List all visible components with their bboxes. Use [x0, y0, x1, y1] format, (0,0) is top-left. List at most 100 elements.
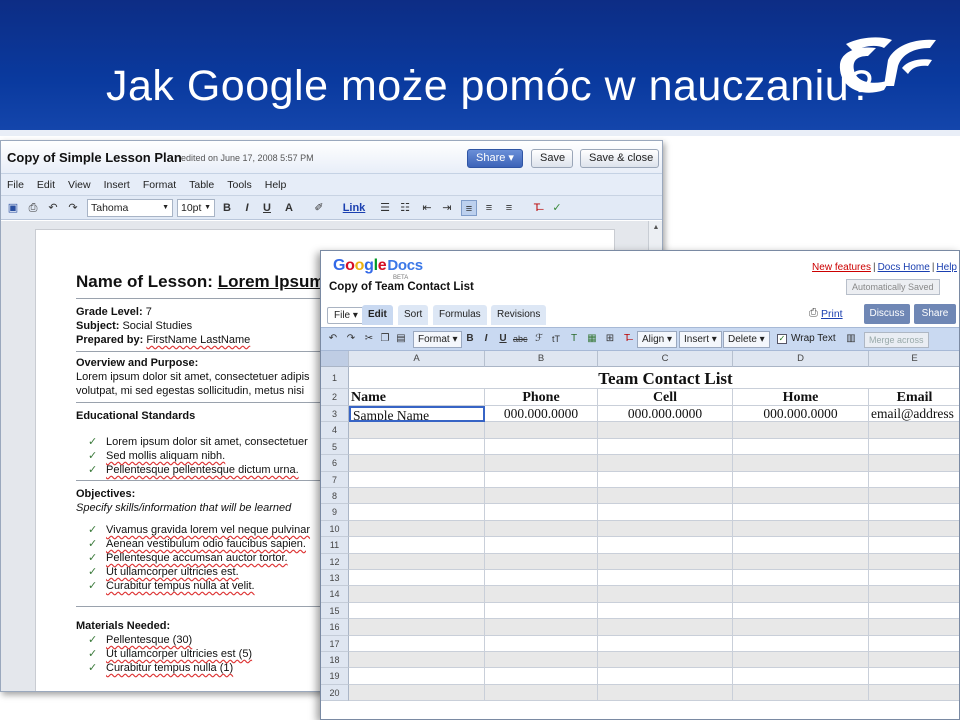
row-header[interactable]: 20: [321, 684, 349, 702]
underline-icon[interactable]: U: [259, 200, 275, 216]
table-cell[interactable]: [869, 652, 959, 669]
share-button[interactable]: Share ▾: [467, 149, 523, 168]
table-cell[interactable]: [598, 455, 733, 472]
row-header[interactable]: 5: [321, 438, 349, 456]
align-dropdown[interactable]: Align ▾: [637, 331, 678, 348]
italic-icon[interactable]: I: [239, 200, 255, 216]
table-cell[interactable]: [733, 488, 869, 505]
column-header[interactable]: D: [733, 351, 869, 367]
table-cell[interactable]: [733, 504, 869, 521]
table-cell[interactable]: [733, 553, 869, 570]
table-cell[interactable]: [869, 439, 959, 456]
column-header[interactable]: A: [349, 351, 485, 367]
bold-icon[interactable]: B: [219, 200, 235, 216]
align-center-icon[interactable]: ≡: [481, 200, 497, 216]
table-cell[interactable]: [349, 684, 485, 702]
table-cell[interactable]: [869, 537, 959, 554]
wrap-text-checkbox[interactable]: ✓: [777, 334, 787, 344]
undo-icon[interactable]: ↶: [326, 332, 340, 346]
table-cell[interactable]: [485, 422, 598, 439]
row-header[interactable]: 16: [321, 619, 349, 636]
insert-dropdown[interactable]: Insert ▾: [679, 331, 722, 348]
menu-view[interactable]: View: [68, 179, 91, 191]
clear-format-icon[interactable]: T̶: [620, 332, 634, 346]
row-header[interactable]: 19: [321, 668, 349, 685]
table-cell[interactable]: [349, 488, 485, 505]
table-cell[interactable]: [733, 537, 869, 554]
table-cell[interactable]: [349, 504, 485, 521]
format-dropdown[interactable]: Format ▾: [413, 331, 463, 348]
menu-help[interactable]: Help: [265, 179, 287, 191]
table-cell[interactable]: [598, 684, 733, 702]
header-cell[interactable]: Home: [733, 389, 869, 406]
table-cell[interactable]: email@address: [869, 406, 959, 423]
table-cell[interactable]: [598, 438, 733, 456]
table-cell[interactable]: [598, 471, 733, 488]
table-cell[interactable]: [485, 471, 598, 488]
table-cell[interactable]: [869, 472, 959, 488]
table-cell[interactable]: [349, 635, 485, 652]
table-cell[interactable]: [485, 455, 598, 472]
table-cell[interactable]: [485, 602, 598, 620]
tab-revisions[interactable]: Revisions: [491, 305, 547, 325]
table-cell[interactable]: [733, 652, 869, 669]
menu-tools[interactable]: Tools: [227, 179, 252, 191]
table-cell[interactable]: [733, 619, 869, 636]
borders-icon[interactable]: ⊞: [603, 332, 617, 346]
table-cell[interactable]: [485, 438, 598, 456]
tab-sort[interactable]: Sort: [398, 305, 429, 325]
header-cell[interactable]: Name: [349, 389, 485, 406]
undo-icon[interactable]: ↶: [45, 200, 61, 216]
row-header[interactable]: 10: [321, 520, 349, 538]
table-cell[interactable]: Sample Name: [349, 406, 485, 423]
table-cell[interactable]: [485, 619, 598, 636]
table-cell[interactable]: [598, 652, 733, 669]
column-header[interactable]: B: [485, 351, 598, 367]
outdent-icon[interactable]: ⇤: [419, 200, 435, 216]
table-cell[interactable]: [733, 570, 869, 587]
print-icon[interactable]: ⎙: [25, 200, 41, 216]
table-cell[interactable]: [598, 553, 733, 570]
spellcheck-icon[interactable]: ✓: [549, 200, 565, 216]
row-header[interactable]: 14: [321, 586, 349, 603]
table-cell[interactable]: [485, 488, 598, 505]
indent-icon[interactable]: ⇥: [439, 200, 455, 216]
menu-format[interactable]: Format: [143, 179, 176, 191]
table-cell[interactable]: [598, 570, 733, 587]
save-button[interactable]: Save: [531, 149, 573, 168]
bulleted-list-icon[interactable]: ☷: [397, 200, 413, 216]
table-cell[interactable]: [349, 455, 485, 472]
row-header[interactable]: 3: [321, 406, 349, 423]
table-cell[interactable]: [349, 619, 485, 636]
table-cell[interactable]: [598, 488, 733, 505]
table-cell[interactable]: [733, 422, 869, 439]
table-cell[interactable]: [598, 668, 733, 685]
spreadsheet-name[interactable]: Copy of Team Contact List: [329, 281, 474, 293]
row-header[interactable]: 17: [321, 635, 349, 652]
table-cell[interactable]: [485, 504, 598, 521]
menu-table[interactable]: Table: [189, 179, 214, 191]
table-cell[interactable]: [485, 635, 598, 652]
merge-icon[interactable]: ▥: [844, 332, 858, 346]
align-right-icon[interactable]: ≡: [501, 200, 517, 216]
table-cell[interactable]: [349, 537, 485, 554]
header-cell[interactable]: Email: [869, 389, 959, 406]
font-select[interactable]: Tahoma ▼: [87, 199, 173, 217]
table-cell[interactable]: [733, 602, 869, 620]
table-cell[interactable]: [349, 668, 485, 685]
table-cell[interactable]: 000.000.0000: [598, 406, 733, 423]
discuss-button[interactable]: Discuss: [864, 304, 910, 324]
align-left-icon[interactable]: ≡: [461, 200, 477, 216]
table-cell[interactable]: [869, 504, 959, 521]
table-cell[interactable]: [869, 553, 959, 570]
row-header[interactable]: 4: [321, 422, 349, 439]
save-icon[interactable]: ▣: [5, 200, 21, 216]
table-cell[interactable]: [598, 619, 733, 636]
column-header[interactable]: E: [869, 351, 959, 367]
table-cell[interactable]: [485, 684, 598, 702]
menu-insert[interactable]: Insert: [104, 179, 130, 191]
table-cell[interactable]: [869, 570, 959, 587]
menu-edit[interactable]: Edit: [37, 179, 55, 191]
table-cell[interactable]: [733, 455, 869, 472]
document-name[interactable]: Copy of Simple Lesson Plan: [7, 150, 182, 165]
